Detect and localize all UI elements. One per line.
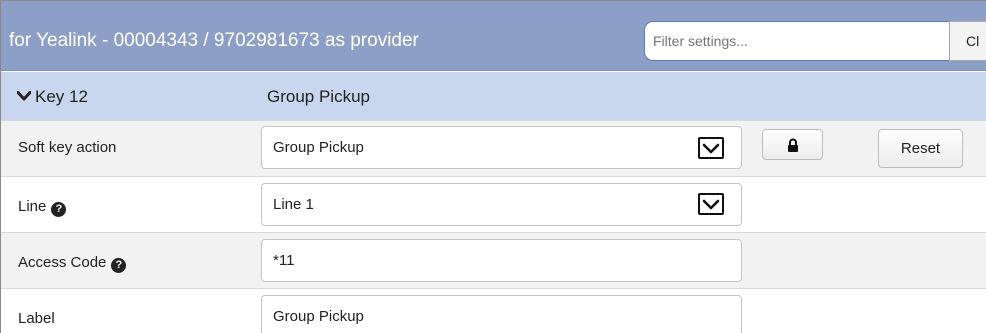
filter-settings-input[interactable] <box>644 21 950 61</box>
chevron-down-icon <box>17 91 31 101</box>
settings-panel: for Yealink - 00004343 / 9702981673 as p… <box>0 0 986 333</box>
page-title: for Yealink - 00004343 / 9702981673 as p… <box>9 30 419 51</box>
access-code-input[interactable] <box>261 239 742 282</box>
soft-key-action-select[interactable]: Group Pickup <box>261 126 742 169</box>
access-code-label: Access Code <box>18 254 107 271</box>
reset-button[interactable]: Reset <box>878 129 963 168</box>
help-icon[interactable]: ? <box>51 202 67 217</box>
label-label: Label <box>18 310 55 327</box>
help-icon[interactable]: ? <box>111 258 127 273</box>
access-code-label-wrap: Access Code? <box>18 254 127 273</box>
lock-button[interactable] <box>762 129 823 160</box>
soft-key-action-label: Soft key action <box>18 139 117 156</box>
key-label: Key 12 <box>35 87 88 106</box>
clear-button[interactable]: Cl <box>949 21 986 61</box>
line-label-wrap: Line? <box>18 198 67 217</box>
line-label: Line <box>18 198 47 215</box>
key-toggle[interactable]: Key 12 <box>17 87 88 107</box>
lock-icon <box>787 138 798 152</box>
dropdown-arrow-icon[interactable] <box>698 137 724 159</box>
key-type-value: Group Pickup <box>267 87 370 106</box>
label-input[interactable] <box>261 295 742 333</box>
title-bar: for Yealink - 00004343 / 9702981673 as p… <box>1 1 986 71</box>
key-section-header: Key 12 Group Pickup <box>1 72 986 120</box>
dropdown-arrow-icon[interactable] <box>698 193 724 215</box>
line-select[interactable]: Line 1 <box>261 183 742 226</box>
